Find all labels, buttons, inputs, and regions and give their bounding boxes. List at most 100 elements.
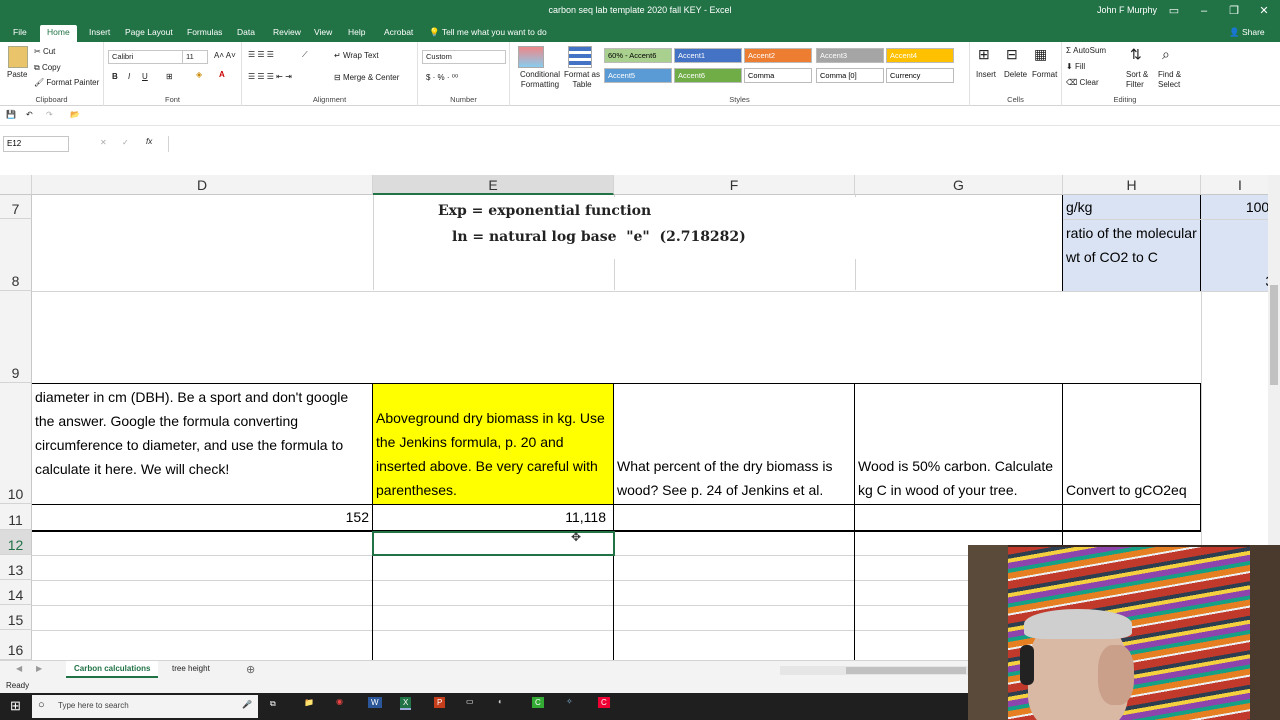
sort-filter-icon[interactable]: ⇅	[1130, 46, 1142, 63]
close-icon[interactable]: ✕	[1252, 2, 1276, 20]
tab-acrobat[interactable]: Acrobat	[377, 25, 420, 42]
format-cells-button[interactable]: Format	[1032, 70, 1057, 79]
column-header-e[interactable]: E	[373, 175, 614, 195]
cell-h8[interactable]: ratio of the molecular wt of CO2 to C	[1063, 219, 1200, 291]
cancel-icon[interactable]: ✕	[100, 138, 107, 147]
add-sheet-icon[interactable]: ⊕	[246, 663, 255, 676]
paste-button[interactable]: Paste	[7, 70, 27, 79]
orientation-icon[interactable]: ⟋	[302, 50, 308, 60]
tab-insert[interactable]: Insert	[82, 25, 117, 42]
insert-cells-icon[interactable]: ⊞	[978, 46, 990, 63]
column-header-g[interactable]: G	[855, 175, 1063, 195]
bold-button[interactable]: B	[112, 72, 118, 81]
document-icon[interactable]: ▭	[466, 697, 474, 706]
excel-icon[interactable]: X	[400, 697, 412, 710]
align-left-icon[interactable]: ☰ ☰ ☰ ⇤ ⇥	[248, 72, 292, 81]
cell-h7[interactable]: g/kg	[1063, 195, 1200, 219]
fill-button[interactable]: ⬇ Fill	[1066, 62, 1085, 71]
find-select-button[interactable]: Find & Select	[1158, 70, 1188, 90]
file-explorer-icon[interactable]: 📁	[304, 698, 314, 707]
column-header-f[interactable]: F	[614, 175, 855, 195]
number-format-select[interactable]: Custom	[422, 50, 506, 64]
open-folder-icon[interactable]: 📂	[70, 110, 80, 119]
column-header-d[interactable]: D	[32, 175, 373, 195]
delete-cells-button[interactable]: Delete	[1004, 70, 1027, 79]
borders-icon[interactable]: ⊞	[166, 72, 173, 81]
restore-icon[interactable]: ❐	[1222, 2, 1246, 20]
font-color-icon[interactable]: A	[219, 70, 225, 79]
conditional-formatting-button[interactable]: Conditional Formatting	[514, 70, 566, 90]
find-select-icon[interactable]: ⌕	[1162, 46, 1170, 63]
tab-data[interactable]: Data	[230, 25, 262, 42]
row-header-12[interactable]: 12	[0, 530, 32, 555]
copy-button[interactable]: ⧉ Copy	[34, 63, 61, 73]
undo-icon[interactable]: ↶	[26, 110, 33, 119]
tab-home[interactable]: Home	[40, 25, 77, 42]
cell-style-accent5[interactable]: Accent5	[604, 68, 672, 83]
cell-f10[interactable]: What percent of the dry biomass is wood?…	[614, 383, 855, 504]
cell-style-accent4[interactable]: Accent4	[886, 48, 954, 63]
windows-start-icon[interactable]: ⊞	[10, 698, 21, 714]
word-icon[interactable]: W	[368, 697, 382, 708]
cell-style-accent1[interactable]: Accent1	[674, 48, 742, 63]
tab-page-layout[interactable]: Page Layout	[118, 25, 180, 42]
app-icon[interactable]: ✧	[566, 697, 573, 706]
cell-style-accent2[interactable]: Accent2	[744, 48, 812, 63]
row-header-7[interactable]: 7	[0, 195, 32, 219]
cell-d10[interactable]: diameter in cm (DBH). Be a sport and don…	[32, 383, 373, 504]
cell-e11[interactable]: 11,118	[373, 504, 614, 530]
name-box[interactable]: E12	[3, 136, 69, 152]
row-header-15[interactable]: 15	[0, 605, 32, 630]
cell-h10[interactable]: Convert to gCO2eq	[1063, 383, 1201, 504]
cell-style-accent3[interactable]: Accent3	[816, 48, 884, 63]
tab-view[interactable]: View	[307, 25, 339, 42]
taskbar-search-box[interactable]: ○ Type here to search 🎤	[32, 695, 258, 718]
camera-app-icon[interactable]: ◐	[498, 697, 503, 706]
format-as-table-icon[interactable]	[568, 46, 592, 68]
horizontal-scrollbar[interactable]	[780, 666, 970, 675]
row-header-8[interactable]: 8	[0, 219, 32, 291]
sheet-tab-tree-height[interactable]: tree height	[166, 664, 216, 673]
save-icon[interactable]: 💾	[6, 110, 16, 119]
cell-style-comma-0-[interactable]: Comma [0]	[816, 68, 884, 83]
autosum-button[interactable]: Σ AutoSum	[1066, 46, 1106, 55]
currency-icon[interactable]: $ · % · ⁰⁰	[426, 73, 458, 82]
delete-cells-icon[interactable]: ⊟	[1006, 46, 1018, 63]
cell-style-currency[interactable]: Currency	[886, 68, 954, 83]
minimize-icon[interactable]: –	[1192, 2, 1216, 20]
tab-formulas[interactable]: Formulas	[180, 25, 229, 42]
cell-style-60-accent6[interactable]: 60% - Accent6	[604, 48, 672, 63]
scrollbar-thumb[interactable]	[1270, 285, 1278, 385]
row-header-11[interactable]: 11	[0, 504, 32, 530]
cell-d11[interactable]: 152	[32, 504, 373, 530]
select-all-corner[interactable]	[0, 175, 32, 195]
horizontal-scrollbar-thumb[interactable]	[846, 667, 966, 674]
ribbon-options-icon[interactable]: ▭	[1162, 2, 1186, 20]
cell-style-comma[interactable]: Comma	[744, 68, 812, 83]
format-as-table-button[interactable]: Format as Table	[562, 70, 602, 90]
underline-button[interactable]: U	[142, 72, 148, 81]
enter-icon[interactable]: ✓	[122, 138, 129, 147]
font-name-select[interactable]: Calibri	[108, 50, 184, 64]
next-sheet-icon[interactable]: ▶	[36, 664, 42, 673]
formula-image[interactable]: Exp = exponential function ln = natural …	[380, 197, 960, 259]
sheet-tab-carbon-calculations[interactable]: Carbon calculations	[66, 661, 159, 678]
tab-review[interactable]: Review	[266, 25, 308, 42]
row-header-16[interactable]: 16	[0, 630, 32, 660]
cut-button[interactable]: ✂ Cut	[34, 47, 55, 56]
redo-icon[interactable]: ↷	[46, 110, 53, 119]
font-size-select[interactable]: 11	[182, 50, 208, 64]
clear-button[interactable]: ⌫ Clear	[1066, 78, 1099, 87]
powerpoint-icon[interactable]: P	[434, 697, 446, 708]
insert-cells-button[interactable]: Insert	[976, 70, 996, 79]
paste-icon[interactable]	[8, 46, 28, 68]
user-name[interactable]: John F Murphy	[1097, 5, 1157, 15]
column-header-h[interactable]: H	[1063, 175, 1201, 195]
wrap-text-button[interactable]: ↵ Wrap Text	[334, 51, 379, 60]
recorder-icon[interactable]: C	[598, 697, 610, 708]
tell-me-search[interactable]: 💡 Tell me what you want to do	[422, 25, 554, 42]
row-header-9[interactable]: 9	[0, 291, 32, 383]
merge-center-button[interactable]: ⊟ Merge & Center	[334, 73, 399, 82]
tab-file[interactable]: File	[6, 25, 34, 42]
format-cells-icon[interactable]: ▦	[1034, 46, 1047, 63]
